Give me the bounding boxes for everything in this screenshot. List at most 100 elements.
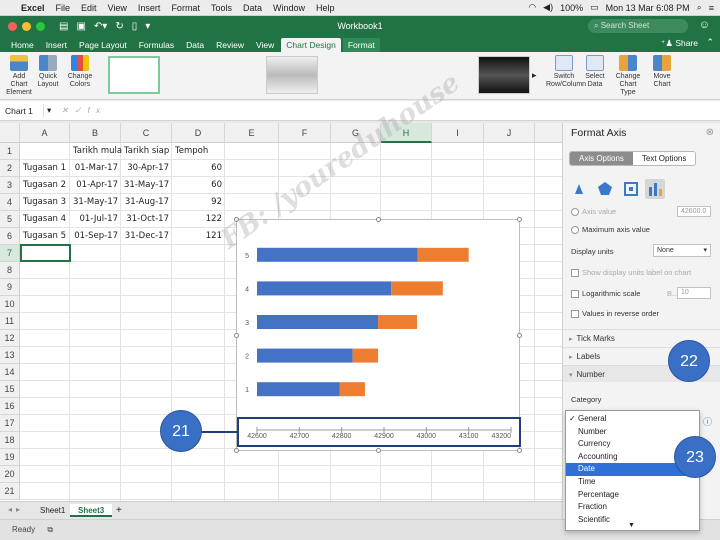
bar-series1-5[interactable] xyxy=(257,247,418,262)
macro-record-icon[interactable]: ⧉ xyxy=(47,525,53,534)
menu-file[interactable]: File xyxy=(56,3,71,13)
row-header-19[interactable]: 19 xyxy=(0,449,20,466)
data-cell[interactable]: 01-Jul-17 xyxy=(70,211,121,228)
close-pane-icon[interactable]: ⊗ xyxy=(706,127,714,138)
data-cell[interactable]: 31-Oct-17 xyxy=(121,211,172,228)
category-label-4[interactable]: 4 xyxy=(245,286,249,293)
axis-value-radio[interactable] xyxy=(571,208,579,217)
row-header-5[interactable]: 5 xyxy=(0,211,20,228)
row-header-17[interactable]: 17 xyxy=(0,415,20,432)
data-cell[interactable]: 60 xyxy=(172,177,225,194)
resize-handle-right[interactable] xyxy=(517,333,522,338)
menu-view[interactable]: View xyxy=(108,3,127,13)
menu-help[interactable]: Help xyxy=(316,3,335,13)
data-cell[interactable]: 92 xyxy=(172,194,225,211)
redo-icon[interactable]: ↻ xyxy=(115,21,123,32)
data-cell[interactable]: Tugasan 4 xyxy=(20,211,70,228)
name-box[interactable]: Chart 1 xyxy=(0,103,44,118)
row-header-13[interactable]: 13 xyxy=(0,347,20,364)
bar-series2-1[interactable] xyxy=(339,382,365,397)
bar-series2-3[interactable] xyxy=(378,315,418,329)
active-cell-a7[interactable] xyxy=(20,244,71,262)
tab-chart-design[interactable]: Chart Design xyxy=(281,38,341,52)
change-colors-button[interactable]: Change Colors xyxy=(66,55,94,89)
change-chart-type-button[interactable]: Change Chart Type xyxy=(612,55,644,97)
column-header-b[interactable]: B xyxy=(70,123,121,143)
tab-view[interactable]: View xyxy=(251,38,279,52)
info-icon[interactable]: ⓘ xyxy=(703,415,712,428)
row-header-7[interactable]: 7 xyxy=(0,245,20,262)
resize-handle-left[interactable] xyxy=(234,333,239,338)
row-header-10[interactable]: 10 xyxy=(0,296,20,313)
log-scale-option[interactable]: Logarithmic scale xyxy=(571,289,640,299)
resize-handle-bottom-right[interactable] xyxy=(517,448,522,453)
axis-options-icon[interactable] xyxy=(645,179,665,199)
data-cell[interactable]: Tugasan 2 xyxy=(20,177,70,194)
menu-insert[interactable]: Insert xyxy=(138,3,161,13)
sheet-tab-sheet1[interactable]: Sheet1 xyxy=(32,504,73,517)
tab-home[interactable]: Home xyxy=(6,38,39,52)
tab-review[interactable]: Review xyxy=(211,38,249,52)
confirm-icon[interactable]: ✓ xyxy=(74,105,87,115)
row-header-8[interactable]: 8 xyxy=(0,262,20,279)
max-axis-value-radio[interactable] xyxy=(571,226,579,235)
resize-handle-top-left[interactable] xyxy=(234,217,239,222)
category-label-2[interactable]: 2 xyxy=(245,354,249,361)
category-option-number[interactable]: Number xyxy=(566,426,699,439)
data-cell[interactable]: 01-Mar-17 xyxy=(70,160,121,177)
row-header-14[interactable]: 14 xyxy=(0,364,20,381)
menubar-clock[interactable]: Mon 13 Mar 6:08 PM xyxy=(606,3,690,13)
show-units-checkbox[interactable] xyxy=(571,269,579,278)
column-header-h[interactable]: H xyxy=(381,123,432,143)
row-header-9[interactable]: 9 xyxy=(0,279,20,296)
close-window-button[interactable] xyxy=(8,21,17,31)
resize-handle-top-right[interactable] xyxy=(517,217,522,222)
tab-formulas[interactable]: Formulas xyxy=(134,38,179,52)
row-header-20[interactable]: 20 xyxy=(0,466,20,483)
menu-window[interactable]: Window xyxy=(273,3,305,13)
data-cell[interactable]: 122 xyxy=(172,211,225,228)
row-header-12[interactable]: 12 xyxy=(0,330,20,347)
share-button[interactable]: ⁺♟ Share xyxy=(661,38,698,49)
sheet-nav-arrows-icon[interactable]: ◂▸ xyxy=(8,505,24,514)
row-header-15[interactable]: 15 xyxy=(0,381,20,398)
data-cell[interactable]: 31-May-17 xyxy=(121,177,172,194)
log-base-input[interactable]: 10 xyxy=(677,287,711,299)
category-option-general[interactable]: General xyxy=(566,413,699,426)
column-header-j[interactable]: J xyxy=(484,123,535,143)
category-option-time[interactable]: Time xyxy=(566,476,699,489)
category-label-5[interactable]: 5 xyxy=(245,253,249,260)
search-sheet-field[interactable]: ⌕ Search Sheet xyxy=(588,19,688,33)
name-box-dropdown-icon[interactable]: ▾ xyxy=(47,105,51,116)
column-header-g[interactable]: G xyxy=(331,123,381,143)
resize-handle-bottom-left[interactable] xyxy=(234,448,239,453)
row-header-16[interactable]: 16 xyxy=(0,398,20,415)
sidebar-toggle-icon[interactable]: ▤ xyxy=(59,21,68,32)
bar-series1-3[interactable] xyxy=(257,315,379,329)
chart-style-2[interactable] xyxy=(266,56,318,94)
effects-icon[interactable] xyxy=(595,179,615,199)
data-cell[interactable]: 31-Aug-17 xyxy=(121,194,172,211)
axis-value-option[interactable]: Axis value xyxy=(571,207,616,217)
save-icon[interactable]: ▣ xyxy=(76,21,85,32)
volume-icon[interactable]: ◀) xyxy=(543,2,553,13)
chart-style-3[interactable] xyxy=(478,56,530,94)
formula-input[interactable] xyxy=(106,104,720,118)
column-header-f[interactable]: F xyxy=(279,123,331,143)
resize-handle-bottom[interactable] xyxy=(376,448,381,453)
tab-axis-options[interactable]: Axis Options xyxy=(570,152,633,165)
fill-line-icon[interactable] xyxy=(569,179,589,199)
undo-icon[interactable]: ↶▾ xyxy=(94,21,107,32)
log-scale-checkbox[interactable] xyxy=(571,290,579,299)
tab-data[interactable]: Data xyxy=(181,38,209,52)
display-units-select[interactable]: None ▾ xyxy=(653,244,711,257)
data-cell[interactable]: 30-Apr-17 xyxy=(121,160,172,177)
data-cell[interactable]: 121 xyxy=(172,228,225,245)
chart-style-1[interactable] xyxy=(108,56,160,94)
menu-list-icon[interactable]: ≡ xyxy=(709,3,714,13)
data-cell[interactable]: 01-Sep-17 xyxy=(70,228,121,245)
category-label-3[interactable]: 3 xyxy=(245,320,249,327)
move-chart-button[interactable]: Move Chart xyxy=(650,55,674,89)
data-cell[interactable]: 31-Dec-17 xyxy=(121,228,172,245)
function-icon[interactable]: fx xyxy=(88,105,107,115)
